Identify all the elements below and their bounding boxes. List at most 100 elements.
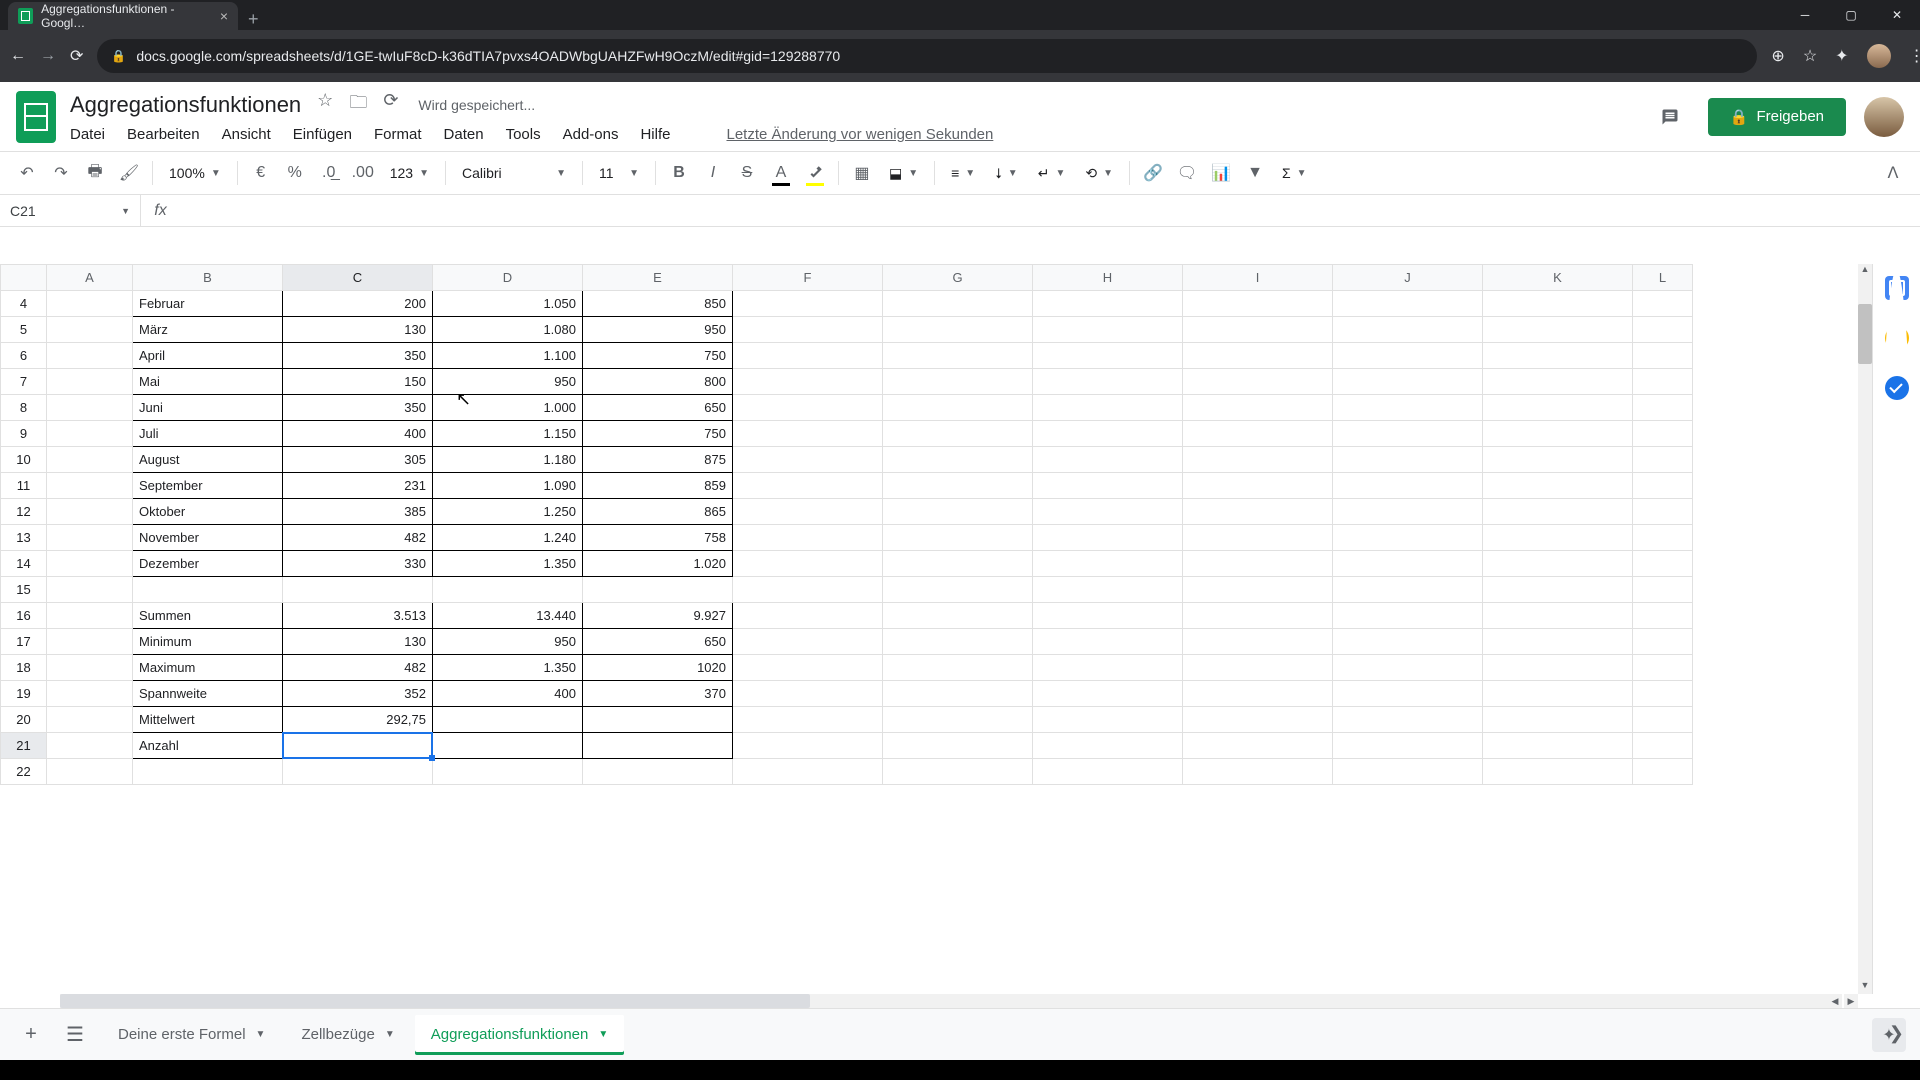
cell[interactable] bbox=[1033, 733, 1183, 759]
cell[interactable] bbox=[733, 369, 883, 395]
cell[interactable]: Juli bbox=[133, 421, 283, 447]
cell[interactable]: 482 bbox=[283, 655, 433, 681]
cell[interactable] bbox=[47, 759, 133, 785]
cell[interactable] bbox=[1033, 629, 1183, 655]
cell[interactable] bbox=[1183, 291, 1333, 317]
sheet-tab[interactable]: Deine erste Formel▼ bbox=[102, 1015, 281, 1055]
row-header[interactable]: 4 bbox=[1, 291, 47, 317]
cell[interactable]: 950 bbox=[433, 369, 583, 395]
cell[interactable] bbox=[733, 499, 883, 525]
cell[interactable] bbox=[1333, 629, 1483, 655]
zoom-icon[interactable]: ⊕ bbox=[1771, 46, 1784, 66]
cell[interactable]: 350 bbox=[283, 395, 433, 421]
halign-dropdown[interactable]: ≡▼ bbox=[943, 165, 983, 181]
tab-close-icon[interactable]: × bbox=[220, 8, 228, 24]
cell[interactable] bbox=[1033, 317, 1183, 343]
increase-decimal-button[interactable]: .00 bbox=[348, 158, 378, 188]
cell[interactable] bbox=[1483, 681, 1633, 707]
currency-button[interactable]: € bbox=[246, 158, 276, 188]
cell[interactable] bbox=[1033, 525, 1183, 551]
cell[interactable]: Spannweite bbox=[133, 681, 283, 707]
cell[interactable] bbox=[1633, 525, 1693, 551]
cell[interactable] bbox=[883, 733, 1033, 759]
cell[interactable] bbox=[47, 421, 133, 447]
cell[interactable] bbox=[47, 499, 133, 525]
cell[interactable] bbox=[1633, 577, 1693, 603]
cell[interactable] bbox=[47, 291, 133, 317]
cell[interactable] bbox=[733, 343, 883, 369]
cell[interactable] bbox=[1033, 707, 1183, 733]
cell[interactable] bbox=[733, 473, 883, 499]
cell[interactable] bbox=[47, 369, 133, 395]
cell[interactable] bbox=[1483, 551, 1633, 577]
cell[interactable]: 950 bbox=[433, 629, 583, 655]
cell[interactable] bbox=[733, 603, 883, 629]
chevron-down-icon[interactable]: ▼ bbox=[256, 1029, 266, 1040]
doc-title[interactable]: Aggregationsfunktionen bbox=[70, 92, 301, 118]
cell[interactable]: 3.513 bbox=[283, 603, 433, 629]
cell[interactable] bbox=[883, 759, 1033, 785]
column-header[interactable]: G bbox=[883, 265, 1033, 291]
cell[interactable]: 650 bbox=[583, 395, 733, 421]
cell[interactable] bbox=[1633, 655, 1693, 681]
menu-addons[interactable]: Add-ons bbox=[563, 126, 619, 143]
add-sheet-button[interactable]: + bbox=[14, 1018, 48, 1052]
cell[interactable]: Mittelwert bbox=[133, 707, 283, 733]
cell[interactable] bbox=[47, 473, 133, 499]
cell[interactable] bbox=[1633, 473, 1693, 499]
cell[interactable] bbox=[1333, 421, 1483, 447]
cell[interactable] bbox=[1333, 343, 1483, 369]
cell[interactable] bbox=[1183, 707, 1333, 733]
vertical-scrollbar[interactable]: ▲ ▼ bbox=[1858, 264, 1872, 994]
cell[interactable]: 130 bbox=[283, 629, 433, 655]
cell[interactable] bbox=[733, 733, 883, 759]
cell[interactable]: Dezember bbox=[133, 551, 283, 577]
column-header[interactable]: L bbox=[1633, 265, 1693, 291]
cell[interactable] bbox=[47, 577, 133, 603]
cell[interactable] bbox=[1033, 681, 1183, 707]
cell[interactable] bbox=[1333, 291, 1483, 317]
all-sheets-button[interactable]: ☰ bbox=[58, 1018, 92, 1052]
share-button[interactable]: 🔒 Freigeben bbox=[1708, 98, 1846, 136]
redo-button[interactable]: ↷ bbox=[46, 158, 76, 188]
menu-view[interactable]: Ansicht bbox=[222, 126, 271, 143]
browser-menu-icon[interactable]: ⋮ bbox=[1909, 46, 1920, 66]
cell[interactable] bbox=[1483, 707, 1633, 733]
cell[interactable]: 1.350 bbox=[433, 655, 583, 681]
window-close[interactable]: ✕ bbox=[1874, 0, 1920, 30]
cell[interactable] bbox=[1483, 759, 1633, 785]
cell[interactable]: 350 bbox=[283, 343, 433, 369]
cell[interactable] bbox=[1333, 759, 1483, 785]
row-header[interactable]: 11 bbox=[1, 473, 47, 499]
filter-button[interactable]: ▼ bbox=[1240, 158, 1270, 188]
cell[interactable] bbox=[1033, 369, 1183, 395]
cell[interactable] bbox=[1183, 655, 1333, 681]
column-header[interactable]: D bbox=[433, 265, 583, 291]
wrap-dropdown[interactable]: ↵▼ bbox=[1030, 165, 1074, 182]
font-size-dropdown[interactable]: 11▼ bbox=[591, 165, 647, 181]
cell[interactable] bbox=[47, 603, 133, 629]
cell[interactable]: 305 bbox=[283, 447, 433, 473]
cell[interactable] bbox=[1483, 577, 1633, 603]
cell[interactable]: Mai bbox=[133, 369, 283, 395]
cell[interactable] bbox=[1633, 603, 1693, 629]
cell[interactable] bbox=[1483, 499, 1633, 525]
cell[interactable] bbox=[1033, 499, 1183, 525]
cell[interactable]: 130 bbox=[283, 317, 433, 343]
row-header[interactable]: 14 bbox=[1, 551, 47, 577]
cell[interactable]: 859 bbox=[583, 473, 733, 499]
cell[interactable] bbox=[733, 291, 883, 317]
address-bar[interactable]: 🔒 docs.google.com/spreadsheets/d/1GE-twI… bbox=[97, 39, 1757, 73]
cell[interactable]: 370 bbox=[583, 681, 733, 707]
move-icon[interactable]: 🗀 bbox=[349, 90, 367, 120]
cell[interactable] bbox=[47, 629, 133, 655]
cell[interactable] bbox=[733, 551, 883, 577]
cell[interactable] bbox=[883, 681, 1033, 707]
sheets-logo-icon[interactable] bbox=[16, 91, 56, 143]
cell[interactable] bbox=[1033, 343, 1183, 369]
row-header[interactable]: 18 bbox=[1, 655, 47, 681]
sheet-tab[interactable]: Aggregationsfunktionen▼ bbox=[415, 1015, 625, 1055]
cell[interactable]: 231 bbox=[283, 473, 433, 499]
cell[interactable]: Summen bbox=[133, 603, 283, 629]
cell[interactable] bbox=[1483, 395, 1633, 421]
